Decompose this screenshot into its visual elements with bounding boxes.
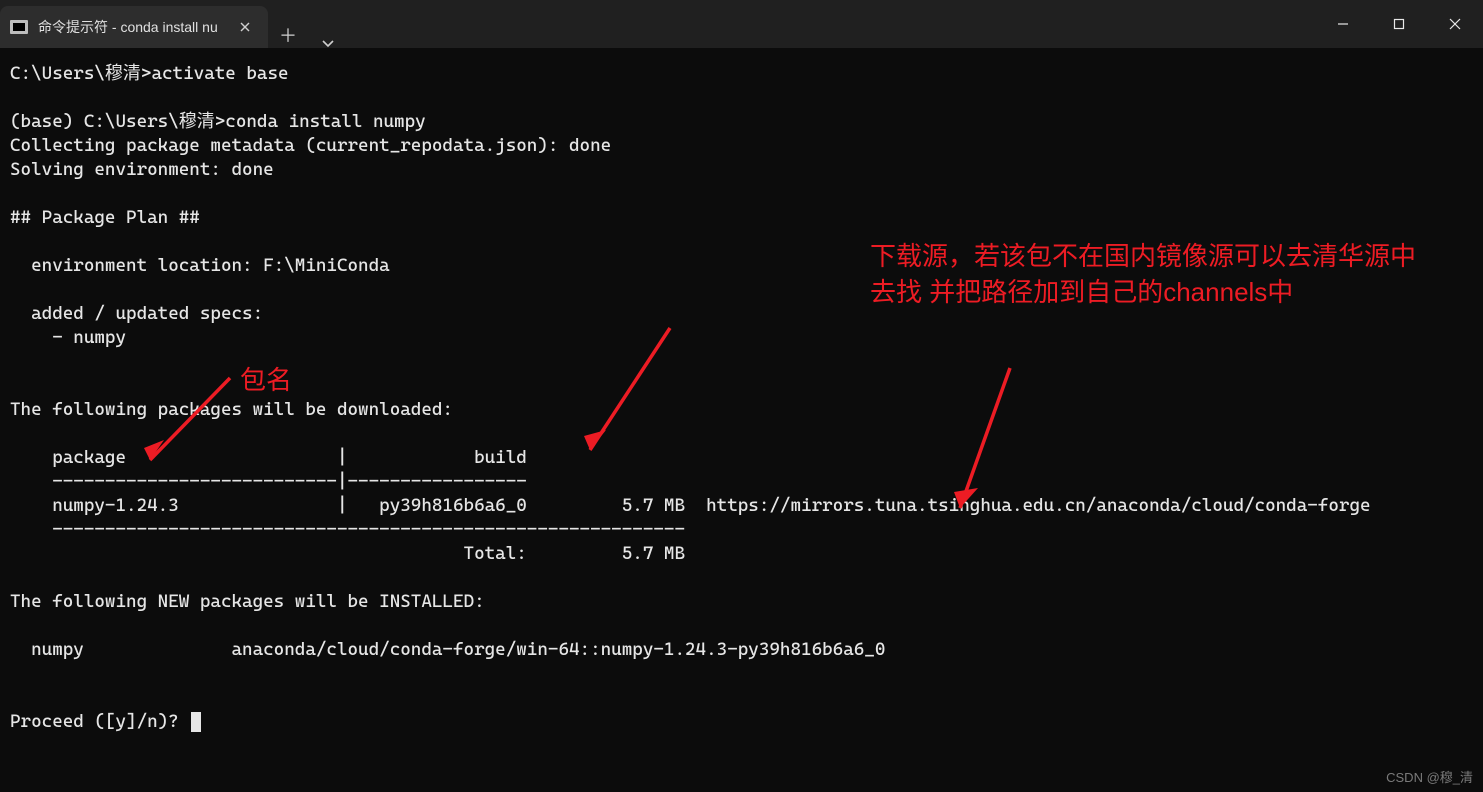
window-titlebar: 命令提示符 - conda install nu ＋ — [0, 0, 1483, 48]
tab-close-button[interactable] — [236, 18, 254, 36]
cmd-icon — [10, 20, 28, 34]
table-header: package | build — [10, 447, 527, 468]
terminal-viewport[interactable]: C:\Users\穆清>activate base (base) C:\User… — [0, 48, 1483, 792]
terminal-tab[interactable]: 命令提示符 - conda install nu — [0, 6, 268, 48]
download-header: The following packages will be downloade… — [10, 399, 453, 420]
env-location: environment location: F:\MiniConda — [10, 255, 390, 276]
table-header-sep: ---------------------------|------------… — [10, 471, 527, 492]
output-collecting: Collecting package metadata (current_rep… — [10, 135, 611, 156]
install-line-numpy: numpy anaconda/cloud/conda-forge/win-64:… — [10, 639, 885, 660]
output-solving: Solving environment: done — [10, 159, 274, 180]
new-tab-button[interactable]: ＋ — [268, 22, 308, 48]
watermark: CSDN @穆_清 — [1386, 767, 1473, 786]
tab-dropdown-button[interactable] — [308, 40, 348, 48]
tab-strip: 命令提示符 - conda install nu ＋ — [0, 0, 1315, 48]
spec-numpy: - numpy — [10, 327, 126, 348]
prompt-line-1: C:\Users\穆清>activate base — [10, 63, 289, 84]
added-specs-header: added / updated specs: — [10, 303, 263, 324]
terminal-output: C:\Users\穆清>activate base (base) C:\User… — [10, 62, 1473, 734]
window-controls — [1315, 0, 1483, 48]
table-row-numpy: numpy-1.24.3 | py39h816b6a6_0 5.7 MB htt… — [10, 495, 1371, 516]
new-packages-header: The following NEW packages will be INSTA… — [10, 591, 485, 612]
maximize-button[interactable] — [1371, 0, 1427, 48]
tab-title: 命令提示符 - conda install nu — [38, 17, 218, 37]
table-total: Total: 5.7 MB — [10, 543, 685, 564]
minimize-button[interactable] — [1315, 0, 1371, 48]
close-window-button[interactable] — [1427, 0, 1483, 48]
package-plan-header: ## Package Plan ## — [10, 207, 200, 228]
proceed-prompt: Proceed ([y]/n)? — [10, 711, 189, 732]
table-row-sep: ----------------------------------------… — [10, 519, 685, 540]
text-cursor — [191, 712, 201, 732]
prompt-line-2: (base) C:\Users\穆清>conda install numpy — [10, 111, 426, 132]
